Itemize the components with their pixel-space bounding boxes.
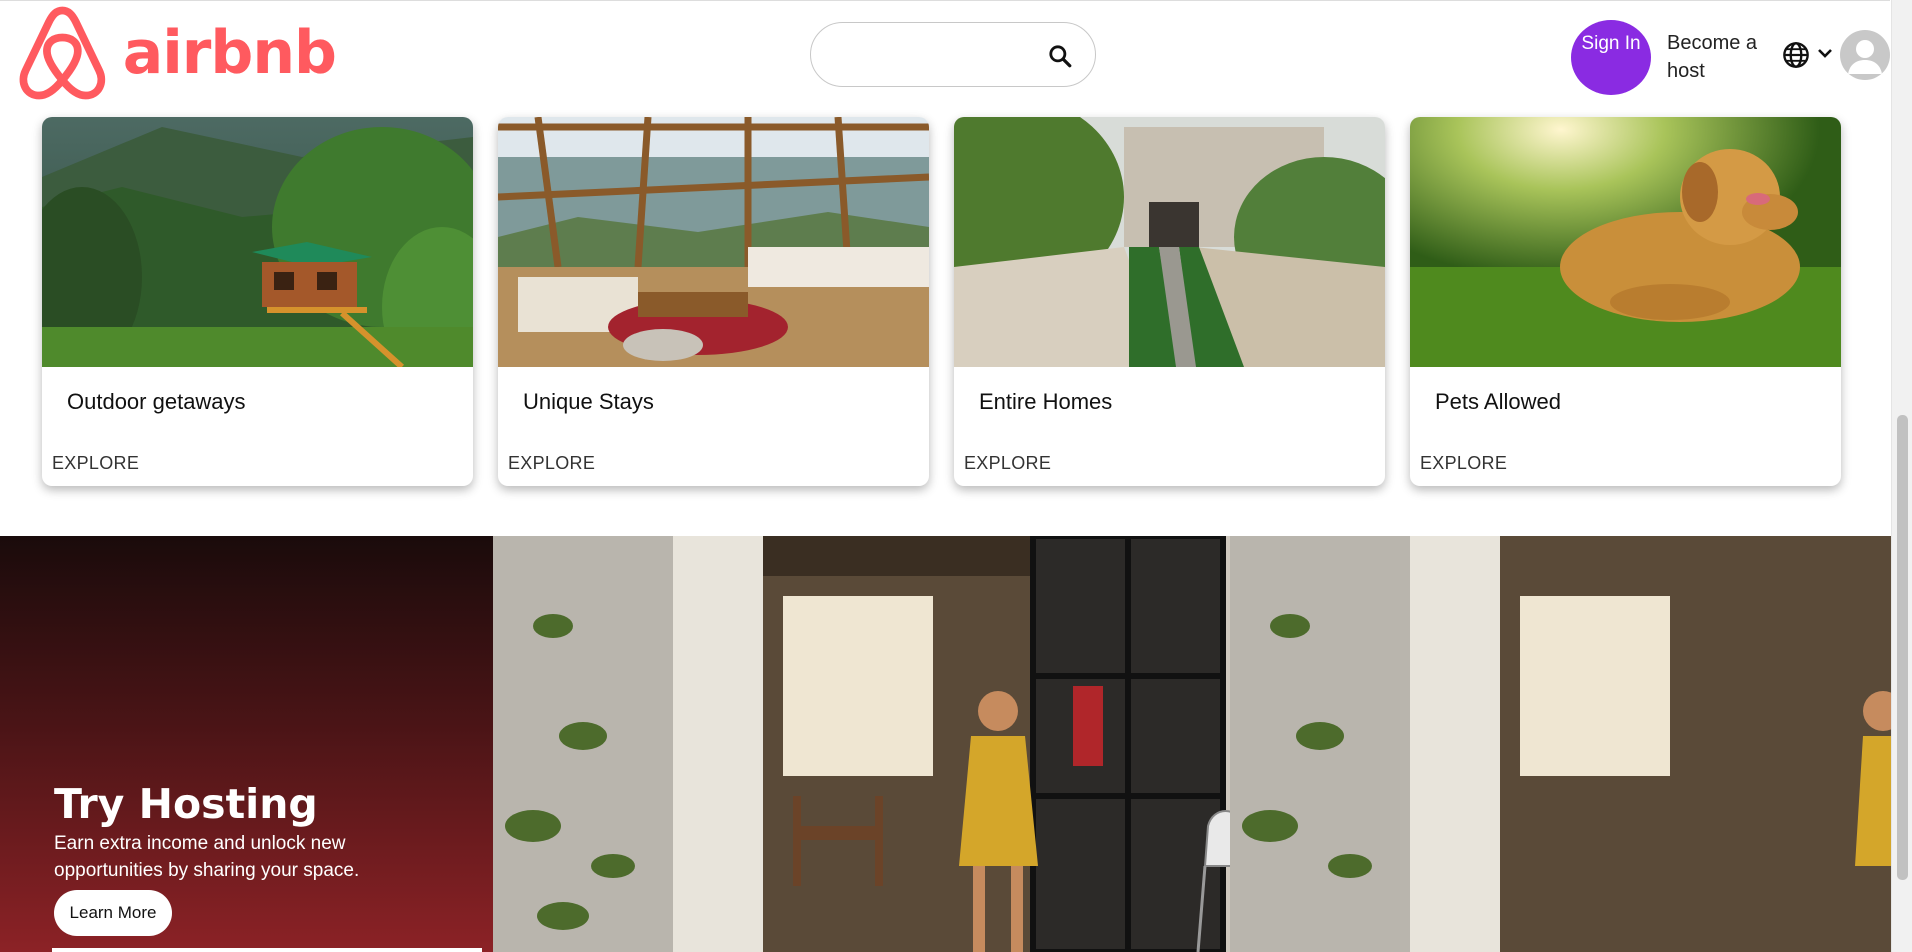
category-title: Outdoor getaways (67, 389, 246, 414)
hosting-title: Try Hosting (54, 780, 318, 828)
category-card-unique[interactable]: Unique Stays EXPLORE (498, 117, 929, 486)
explore-link[interactable]: EXPLORE (964, 453, 1051, 474)
airbnb-logo[interactable]: airbnb (16, 3, 337, 103)
category-image-glass-lounge (498, 117, 929, 367)
chevron-down-icon[interactable] (1816, 46, 1834, 60)
scrollbar-thumb[interactable] (1897, 415, 1908, 880)
category-image-garden-house (954, 117, 1385, 367)
category-image-dog (1410, 117, 1841, 367)
explore-link[interactable]: EXPLORE (508, 453, 595, 474)
hosting-banner: Try Hosting Earn extra income and unlock… (0, 536, 1891, 952)
hosting-description: Earn extra income and unlock new opportu… (54, 833, 360, 881)
logo-wordmark: airbnb (122, 18, 337, 88)
search-icon[interactable] (1047, 43, 1073, 69)
page-scrollbar[interactable] (1891, 0, 1912, 952)
category-card-pets[interactable]: Pets Allowed EXPLORE (1410, 117, 1841, 486)
banner-underline (52, 948, 482, 952)
category-card-homes[interactable]: Entire Homes EXPLORE (954, 117, 1385, 486)
user-avatar-icon[interactable] (1840, 30, 1890, 80)
search-bar[interactable] (810, 22, 1096, 87)
become-host-link[interactable]: Become a host (1667, 29, 1777, 85)
sign-in-button[interactable]: Sign In (1571, 20, 1651, 95)
category-title: Entire Homes (979, 389, 1113, 414)
learn-more-button[interactable]: Learn More (54, 890, 172, 936)
airbnb-belo-icon (19, 6, 106, 100)
category-card-outdoor[interactable]: Outdoor getaways EXPLORE (42, 117, 473, 486)
category-title: Pets Allowed (1435, 389, 1561, 414)
hosting-photo (493, 536, 1891, 952)
category-title: Unique Stays (523, 389, 654, 414)
globe-icon[interactable] (1782, 41, 1810, 69)
explore-link[interactable]: EXPLORE (1420, 453, 1507, 474)
hosting-panel: Try Hosting Earn extra income and unlock… (0, 536, 493, 952)
category-image-treehouse (42, 117, 473, 367)
top-navbar: airbnb Sign In Become a host (0, 0, 1890, 104)
explore-link[interactable]: EXPLORE (52, 453, 139, 474)
